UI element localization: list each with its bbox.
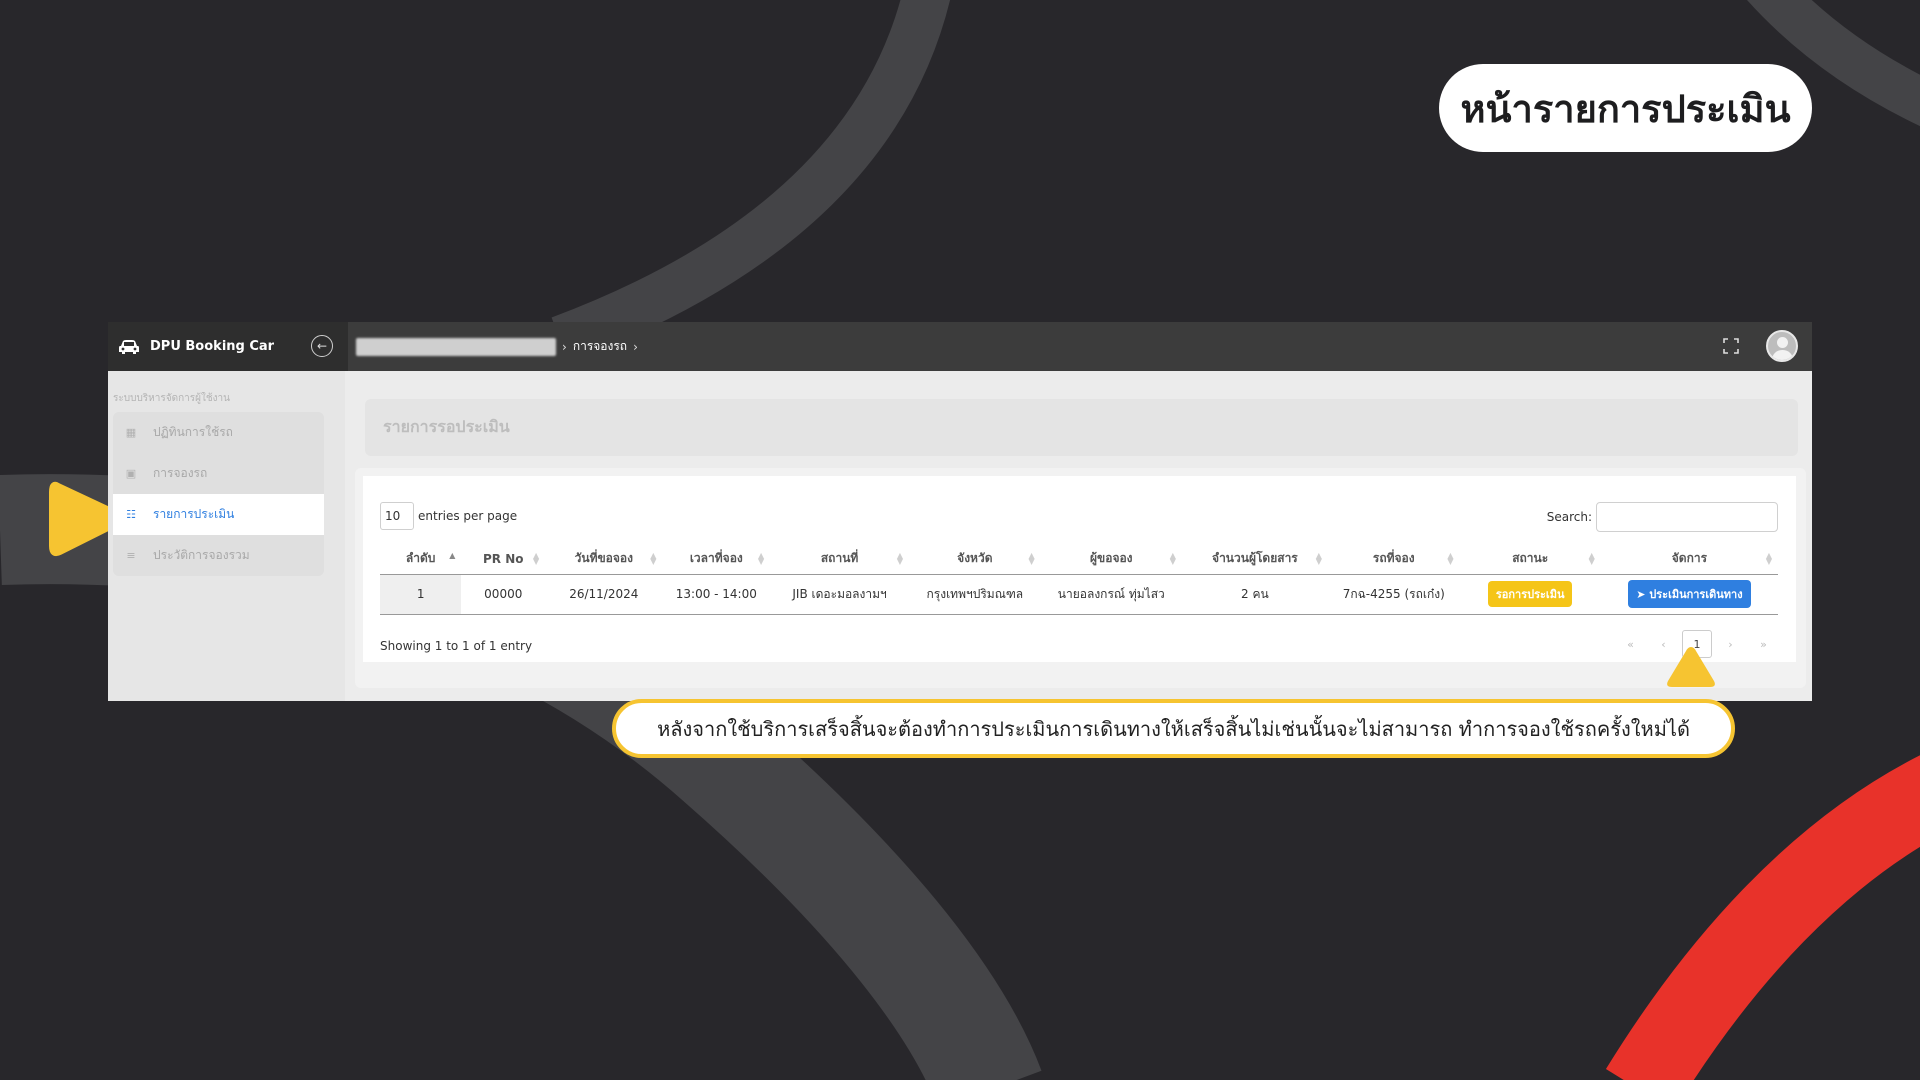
page-first-button[interactable]: « <box>1614 638 1647 651</box>
chevron-right-icon: › <box>562 339 567 354</box>
evaluate-trip-button[interactable]: ➤ ประเมินการเดินทาง <box>1628 580 1751 608</box>
brand-name: DPU Booking Car <box>150 339 275 354</box>
status-badge: รอการประเมิน <box>1487 581 1573 607</box>
arrow-left-icon: ← <box>316 339 328 353</box>
sidebar: ระบบบริหารจัดการผู้ใช้งาน ▦ ปฏิทินการใช้… <box>108 371 345 701</box>
column-header-no[interactable]: ลำดับ ▲ <box>380 544 462 575</box>
collapse-sidebar-button[interactable]: ← <box>311 335 333 357</box>
per-page-control: 10 entries per page <box>380 502 517 530</box>
table-info: Showing 1 to 1 of 1 entry <box>380 639 533 653</box>
table-card-body: 10 entries per page Search: ลำดับ ▲ PR N… <box>363 476 1796 662</box>
page-last-button[interactable]: » <box>1747 638 1780 651</box>
evaluate-trip-label: ประเมินการเดินทาง <box>1649 588 1743 601</box>
column-header-passengers[interactable]: จำนวนผู้โดยสาร ▲ ▼ <box>1181 544 1328 575</box>
cell-date: 26/11/2024 <box>545 574 663 615</box>
page-title: รายการรอประเมิน <box>365 399 1798 456</box>
breadcrumb-current[interactable]: การจองรถ <box>573 337 627 356</box>
app-screenshot: DPU Booking Car ← › การจองรถ › ระบบบริหา… <box>108 322 1812 701</box>
cell-car: 7กฉ-4255 (รถเก๋ง) <box>1327 574 1460 615</box>
cell-place: JIB เดอะมอลงามฯ <box>770 574 909 615</box>
cell-passengers: 2 คน <box>1181 574 1328 615</box>
sidebar-item-booking[interactable]: ▣ การจองรถ <box>113 453 324 494</box>
cell-requester: นายอลงกรณ์ ทุ่มไสว <box>1040 574 1182 615</box>
sidebar-item-label: ประวัติการจองรวม <box>153 548 250 562</box>
chevron-right-icon: › <box>633 339 638 354</box>
cell-no: 1 <box>380 574 462 615</box>
calendar-icon: ▦ <box>125 426 137 439</box>
sidebar-item-calendar[interactable]: ▦ ปฏิทินการใช้รถ <box>113 412 324 453</box>
per-page-label: entries per page <box>418 509 518 523</box>
sidebar-item-label: รายการประเมิน <box>153 507 235 521</box>
column-header-status[interactable]: สถานะ ▲ ▼ <box>1459 544 1601 575</box>
column-header-province[interactable]: จังหวัด ▲ ▼ <box>909 544 1041 575</box>
table-card: 10 entries per page Search: ลำดับ ▲ PR N… <box>355 468 1806 688</box>
sidebar-menu: ▦ ปฏิทินการใช้รถ ▣ การจองรถ ☷ รายการประเ… <box>113 412 324 576</box>
evaluation-table: ลำดับ ▲ PR No ▲ ▼ วันที่ขอจอง ▲ ▼ เวลาที่จอง ▲… <box>380 544 1778 615</box>
pointer-arrow-icon <box>1667 647 1715 687</box>
car-icon <box>119 339 139 354</box>
page-next-button[interactable]: › <box>1714 638 1747 651</box>
cell-province: กรุงเทพฯปริมณฑล <box>909 574 1041 615</box>
cell-status: รอการประเมิน <box>1459 574 1601 615</box>
search-control: Search: <box>1547 502 1778 532</box>
cell-action: ➤ ประเมินการเดินทาง <box>1600 574 1778 615</box>
column-header-car[interactable]: รถที่จอง ▲ ▼ <box>1327 544 1460 575</box>
sidebar-item-evaluation[interactable]: ☷ รายการประเมิน <box>113 494 324 535</box>
callout-note: หลังจากใช้บริการเสร็จสิ้นจะต้องทำการประเ… <box>612 699 1735 758</box>
user-avatar[interactable] <box>1766 330 1798 362</box>
breadcrumb: › การจองรถ › <box>348 322 644 371</box>
table-header-row: ลำดับ ▲ PR No ▲ ▼ วันที่ขอจอง ▲ ▼ เวลาที่จอง ▲… <box>380 544 1778 575</box>
column-header-pr-no[interactable]: PR No ▲ ▼ <box>461 544 546 575</box>
fullscreen-icon[interactable] <box>1722 337 1740 355</box>
column-header-time[interactable]: เวลาที่จอง ▲ ▼ <box>662 544 771 575</box>
list-icon: ☷ <box>126 508 136 521</box>
per-page-select[interactable]: 10 <box>380 502 414 530</box>
search-label: Search: <box>1546 510 1592 524</box>
search-input[interactable] <box>1596 502 1778 532</box>
column-header-place[interactable]: สถานที่ ▲ ▼ <box>770 544 909 575</box>
table-row: 1 00000 26/11/2024 13:00 - 14:00 JIB เดอ… <box>380 574 1778 615</box>
booking-icon: ▣ <box>125 467 137 480</box>
per-page-value: 10 <box>385 509 401 523</box>
slide-title: หน้ารายการประเมิน <box>1439 64 1812 152</box>
history-icon: ≡ <box>126 549 136 562</box>
cell-time: 13:00 - 14:00 <box>662 574 771 615</box>
main-content: รายการรอประเมิน 10 entries per page Sear… <box>345 371 1812 701</box>
top-bar: DPU Booking Car ← › การจองรถ › <box>108 322 1812 371</box>
sidebar-item-label: การจองรถ <box>153 466 208 480</box>
column-header-date[interactable]: วันที่ขอจอง ▲ ▼ <box>545 544 663 575</box>
sidebar-item-label: ปฏิทินการใช้รถ <box>153 425 233 439</box>
sidebar-item-history[interactable]: ≡ ประวัติการจองรวม <box>113 535 324 576</box>
send-icon: ➤ <box>1636 588 1650 601</box>
cell-pr-no: 00000 <box>461 574 546 615</box>
breadcrumb-redacted <box>356 337 556 356</box>
column-header-requester[interactable]: ผู้ขอจอง ▲ ▼ <box>1040 544 1182 575</box>
sidebar-caption: ระบบบริหารจัดการผู้ใช้งาน <box>113 393 230 404</box>
column-header-action[interactable]: จัดการ ▲ ▼ <box>1600 544 1778 575</box>
